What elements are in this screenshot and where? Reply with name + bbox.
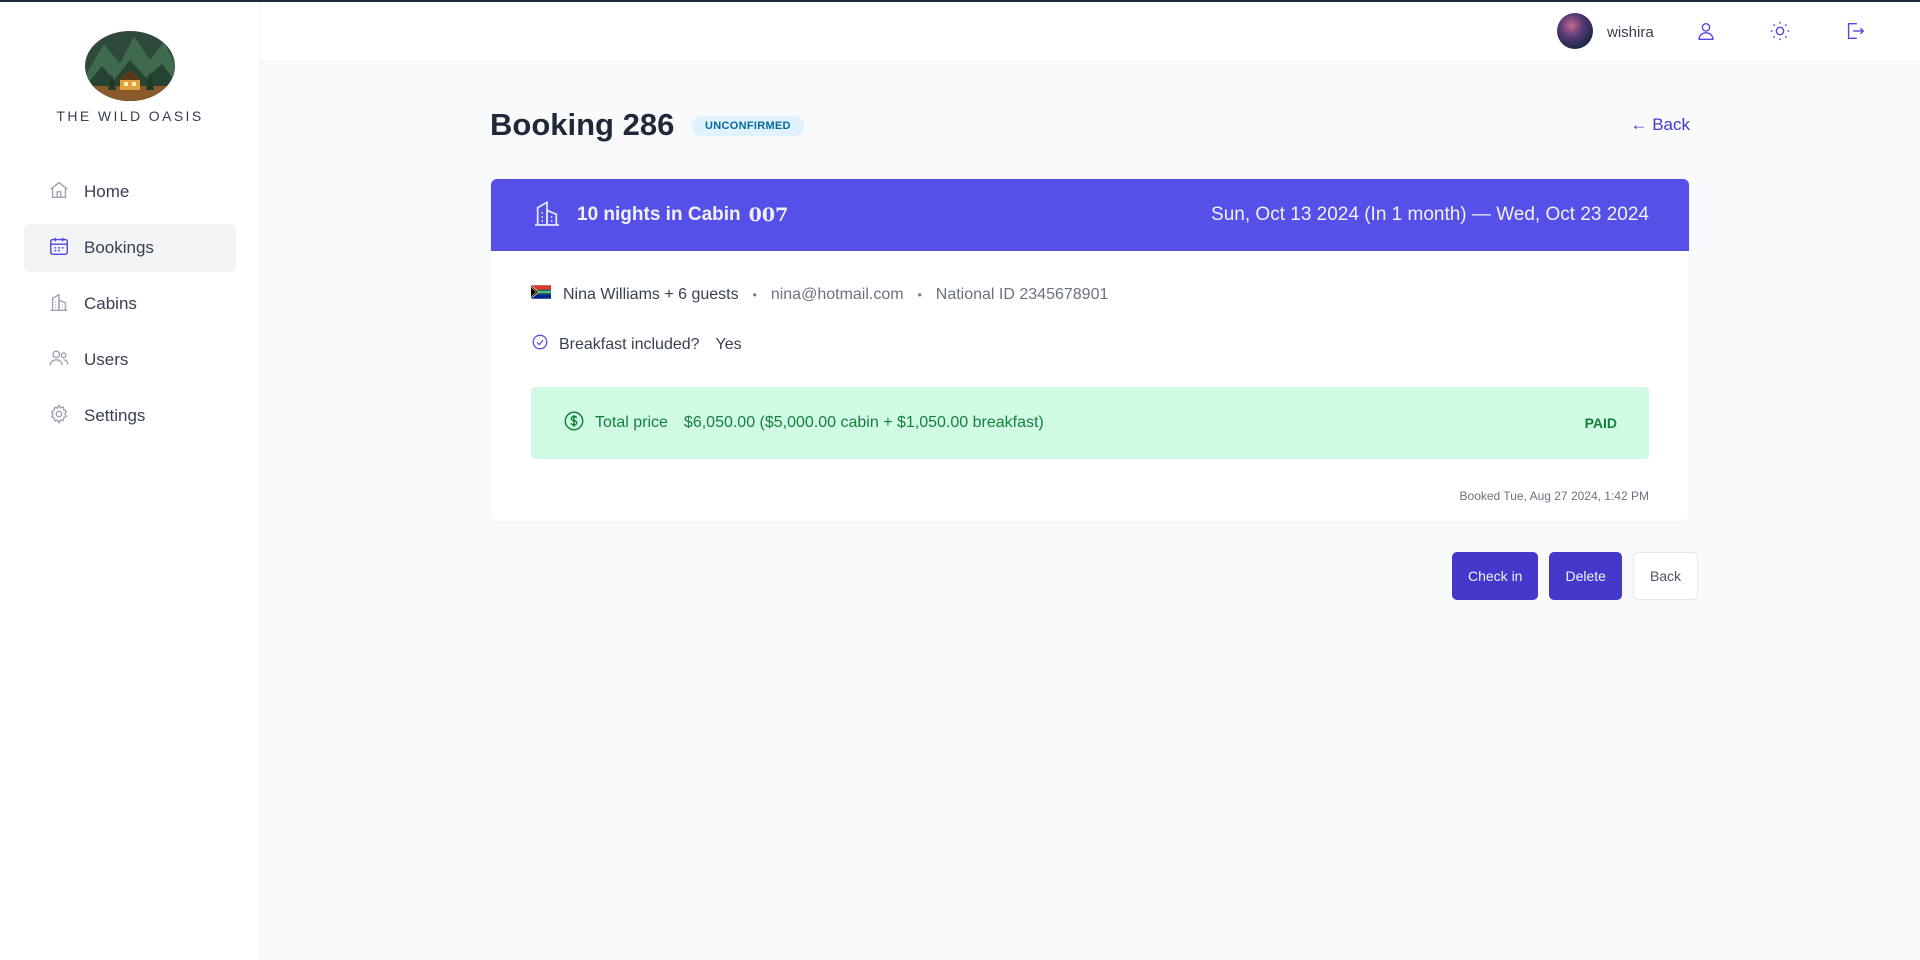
booked-timestamp: Booked Tue, Aug 27 2024, 1:42 PM <box>1459 489 1649 503</box>
sidebar-item-cabins[interactable]: Cabins <box>24 280 236 328</box>
logo-image <box>84 30 176 102</box>
back-button[interactable]: Back <box>1632 552 1699 600</box>
sidebar-item-label: Settings <box>84 406 146 425</box>
flag-icon <box>530 285 563 304</box>
gear-icon <box>48 403 84 430</box>
logo-text: THE WILD OASIS <box>56 108 204 124</box>
breakfast-label: Breakfast included? <box>559 335 700 353</box>
price-box: Total price $6,050.00 ($5,000.00 cabin +… <box>531 387 1649 459</box>
nights-label: 10 nights in Cabin <box>577 204 741 225</box>
users-icon <box>48 347 84 374</box>
user-icon[interactable] <box>1695 20 1717 42</box>
page-title: Booking 286 <box>490 107 675 142</box>
booking-summary: 10 nights in Cabin 007 <box>531 197 788 234</box>
breakfast-value: Yes <box>715 335 742 353</box>
guest-name: Nina Williams + 6 guests <box>563 285 739 303</box>
building-icon <box>48 291 84 318</box>
building-icon <box>531 197 577 234</box>
price-info: Total price $6,050.00 ($5,000.00 cabin +… <box>563 410 1044 437</box>
sidebar-item-label: Cabins <box>84 294 137 313</box>
booking-card: 10 nights in Cabin 007 Sun, Oct 13 2024 … <box>490 178 1690 522</box>
booking-dates: Sun, Oct 13 2024 (In 1 month) — Wed, Oct… <box>1211 204 1649 225</box>
sidebar-item-label: Home <box>84 182 130 201</box>
home-icon <box>48 179 84 206</box>
guest-info: Nina Williams + 6 guests • nina@hotmail.… <box>530 285 1109 304</box>
sidebar-item-settings[interactable]: Settings <box>24 392 236 440</box>
logout-icon[interactable] <box>1844 20 1866 42</box>
separator: • <box>917 287 922 302</box>
sidebar-item-label: Bookings <box>84 238 154 257</box>
sidebar-item-home[interactable]: Home <box>24 168 236 216</box>
separator: • <box>752 287 757 302</box>
guest-email: nina@hotmail.com <box>770 285 904 303</box>
cabin-number: 007 <box>748 204 789 226</box>
sidebar: THE WILD OASIS Home Bookings Cabins User… <box>0 2 260 960</box>
booking-card-header: 10 nights in Cabin 007 Sun, Oct 13 2024 … <box>491 179 1689 251</box>
delete-button[interactable]: Delete <box>1549 552 1622 600</box>
check-circle-icon <box>531 333 559 356</box>
status-badge: UNCONFIRMED <box>692 116 804 136</box>
dollar-icon <box>563 410 595 437</box>
breakfast-row: Breakfast included? Yes <box>531 333 742 356</box>
national-id: National ID 2345678901 <box>935 285 1109 303</box>
top-header: wishira <box>260 2 1920 62</box>
sidebar-item-label: Users <box>84 350 129 369</box>
main-content: Booking 286 UNCONFIRMED ← Back 10 nights… <box>260 62 1920 960</box>
title-row: Booking 286 UNCONFIRMED ← Back <box>490 107 1690 147</box>
calendar-icon <box>48 235 84 262</box>
sun-icon[interactable] <box>1769 20 1791 42</box>
price-value: $6,050.00 ($5,000.00 cabin + $1,050.00 b… <box>683 414 1044 431</box>
logo: THE WILD OASIS <box>0 30 260 124</box>
avatar[interactable] <box>1557 13 1593 49</box>
sidebar-item-bookings[interactable]: Bookings <box>24 224 236 272</box>
main-nav: Home Bookings Cabins Users Settings <box>24 168 236 448</box>
username: wishira <box>1607 24 1654 41</box>
sidebar-item-users[interactable]: Users <box>24 336 236 384</box>
paid-status: PAID <box>1584 415 1617 431</box>
check-in-button[interactable]: Check in <box>1452 552 1539 600</box>
action-buttons: Check in Delete Back <box>1441 552 1699 600</box>
back-link[interactable]: ← Back <box>1630 115 1690 135</box>
price-label: Total price <box>595 414 668 431</box>
